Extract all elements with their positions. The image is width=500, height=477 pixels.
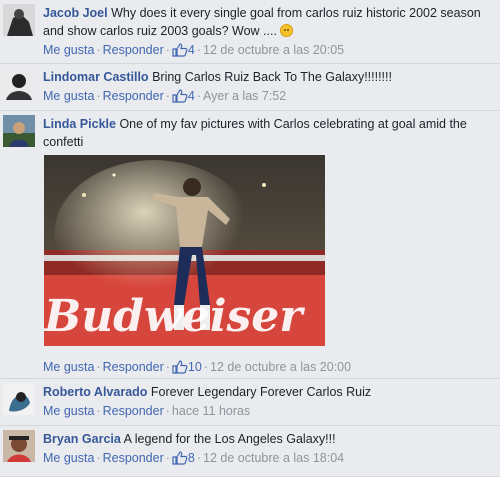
comment-item: Roberto Alvarado Forever Legendary Forev… (0, 379, 500, 426)
comment-timestamp[interactable]: 12 de octubre a las 20:05 (203, 43, 344, 57)
comment-item: Lindomar Castillo Bring Carlos Ruiz Back… (0, 64, 500, 111)
comment-content: Linda Pickle One of my fav pictures with… (43, 115, 488, 151)
like-button[interactable]: Me gusta (43, 451, 94, 465)
reply-button[interactable]: Responder (103, 89, 164, 103)
comment-text: Why does it every single goal from carlo… (43, 6, 481, 38)
comment-content: Jacob Joel Why does it every single goal… (43, 4, 488, 59)
comment-text: A legend for the Los Angeles Galaxy!!! (123, 432, 336, 446)
comment-timestamp[interactable]: Ayer a las 7:52 (203, 89, 286, 103)
comment-actions: Me gusta · Responder · hace 11 horas (43, 404, 251, 418)
thumbs-up-icon (172, 89, 188, 103)
comment-item: Linda Pickle One of my fav pictures with… (0, 111, 500, 379)
comment-timestamp[interactable]: 12 de octubre a las 20:00 (210, 360, 351, 374)
like-button[interactable]: Me gusta (43, 360, 94, 374)
comment-author[interactable]: Roberto Alvarado (43, 385, 147, 399)
comment-timestamp[interactable]: hace 11 horas (172, 404, 250, 418)
avatar[interactable] (3, 430, 35, 462)
thumbs-up-icon (172, 451, 188, 465)
comment-item: Jacob Joel Why does it every single goal… (0, 0, 500, 64)
comment-author[interactable]: Lindomar Castillo (43, 70, 149, 84)
reply-button[interactable]: Responder (103, 404, 164, 418)
avatar[interactable] (3, 4, 35, 36)
comment-item: Bryan Garcia A legend for the Los Angele… (0, 426, 500, 477)
reply-button[interactable]: Responder (103, 43, 164, 57)
like-button[interactable]: Me gusta (43, 43, 94, 57)
comment-content: Lindomar Castillo Bring Carlos Ruiz Back… (43, 68, 488, 105)
like-count-value: 4 (187, 43, 195, 57)
like-count[interactable]: 4 (172, 89, 195, 103)
comment-text: Forever Legendary Forever Carlos Ruiz (150, 385, 372, 399)
thumbs-up-icon (172, 360, 188, 374)
comment-timestamp[interactable]: 12 de octubre a las 18:04 (203, 451, 344, 465)
comment-text: Bring Carlos Ruiz Back To The Galaxy!!!!… (152, 70, 392, 84)
comment-author[interactable]: Bryan Garcia (43, 432, 121, 446)
reply-button[interactable]: Responder (103, 451, 164, 465)
like-count[interactable]: 8 (172, 451, 195, 465)
reply-button[interactable]: Responder (103, 360, 164, 374)
like-count-value: 8 (187, 451, 195, 465)
comment-actions: Me gusta · Responder · 4 · Ayer a las 7:52 (43, 89, 287, 103)
comment-author[interactable]: Linda Pickle (43, 117, 116, 131)
like-count-value: 4 (187, 89, 195, 103)
like-count-value: 10 (187, 360, 202, 374)
avatar[interactable] (3, 383, 35, 415)
thumbs-up-icon (172, 43, 188, 57)
comment-author[interactable]: Jacob Joel (43, 6, 108, 20)
photo-banner-text: Budweiser (44, 291, 305, 342)
like-count[interactable]: 10 (172, 360, 202, 374)
comment-content: Roberto Alvarado Forever Legendary Forev… (43, 383, 488, 420)
comments-feed: Jacob Joel Why does it every single goal… (0, 0, 500, 477)
comment-photo[interactable]: Budweiser (44, 155, 325, 346)
smiley-icon (280, 24, 294, 37)
like-button[interactable]: Me gusta (43, 89, 94, 103)
comment-actions: Me gusta · Responder · 4 · 12 de octubre a las… (43, 43, 345, 57)
comment-content: Bryan Garcia A legend for the Los Angele… (43, 430, 488, 467)
avatar[interactable] (3, 68, 35, 100)
avatar[interactable] (3, 115, 35, 147)
like-button[interactable]: Me gusta (43, 404, 94, 418)
comment-actions: Me gusta · Responder · 8 · 12 de octubre a las… (43, 451, 345, 465)
comment-actions: Me gusta · Responder · 10 · 12 de octubre a la… (43, 360, 352, 374)
like-count[interactable]: 4 (172, 43, 195, 57)
